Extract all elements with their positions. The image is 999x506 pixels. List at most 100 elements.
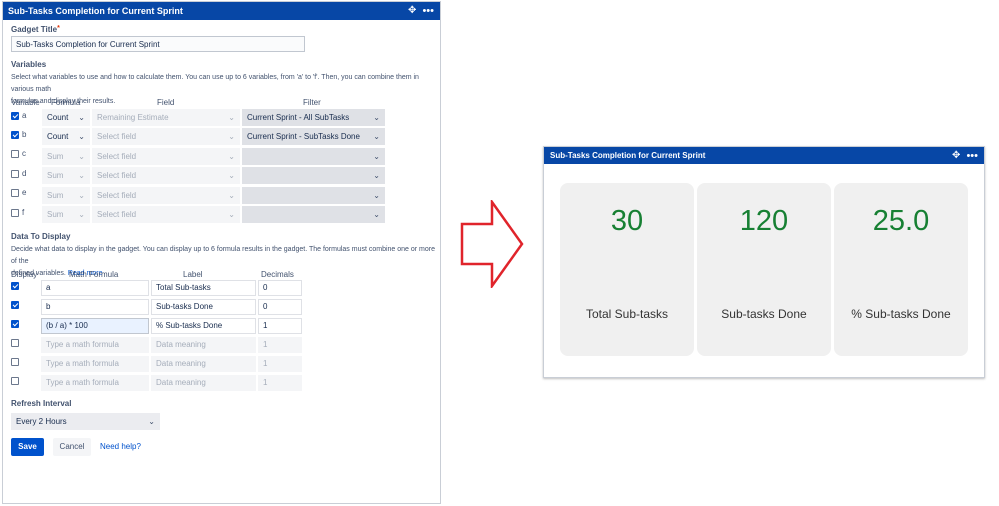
need-help-link[interactable]: Need help? xyxy=(100,442,141,451)
variable-filter-select[interactable]: Current Sprint - SubTasks Done ⌄ xyxy=(242,128,385,145)
chevron-down-icon: ⌄ xyxy=(228,113,235,122)
col-display: Display xyxy=(11,270,38,279)
variable-checkbox-e[interactable] xyxy=(11,189,19,197)
chevron-down-icon: ⌄ xyxy=(228,191,235,200)
display-checkbox[interactable] xyxy=(11,301,19,309)
move-icon[interactable]: ✥ xyxy=(408,6,416,16)
variable-checkbox-f[interactable] xyxy=(11,209,19,217)
variable-field-select[interactable]: Select field ⌄ xyxy=(92,128,240,145)
variable-field-select[interactable]: Select field ⌄ xyxy=(92,167,240,184)
result-gadget: Sub-Tasks Completion for Current Sprint … xyxy=(543,146,985,378)
col-variable: Variable xyxy=(11,98,40,107)
metric-value: 120 xyxy=(739,205,789,237)
variable-letter: a xyxy=(22,111,27,120)
display-checkbox[interactable] xyxy=(11,339,19,347)
label-input[interactable]: Total Sub-tasks xyxy=(151,280,256,296)
metric-caption: Sub-tasks Done xyxy=(721,307,807,321)
display-checkbox[interactable] xyxy=(11,377,19,385)
label-input[interactable]: Data meaning xyxy=(151,356,256,372)
chevron-down-icon: ⌄ xyxy=(78,210,85,219)
more-icon[interactable]: ••• xyxy=(422,6,434,17)
label-input[interactable]: Data meaning xyxy=(151,375,256,391)
variable-letter: b xyxy=(22,130,27,139)
result-header-title: Sub-Tasks Completion for Current Sprint xyxy=(550,151,706,160)
decimals-input[interactable]: 0 xyxy=(258,280,302,296)
chevron-down-icon: ⌄ xyxy=(373,152,380,161)
variable-filter-select[interactable]: Current Sprint - All SubTasks ⌄ xyxy=(242,109,385,126)
math-formula-input[interactable]: b xyxy=(41,299,149,315)
gadget-title-input[interactable]: Sub-Tasks Completion for Current Sprint xyxy=(11,36,305,52)
variable-checkbox-b[interactable] xyxy=(11,131,19,139)
chevron-down-icon: ⌄ xyxy=(373,113,380,122)
math-formula-input[interactable]: Type a math formula xyxy=(41,337,149,353)
variable-field-select[interactable]: Select field ⌄ xyxy=(92,206,240,223)
data-to-display-heading: Data To Display xyxy=(11,232,71,241)
chevron-down-icon: ⌄ xyxy=(78,171,85,180)
variable-formula-select[interactable]: Sum ⌄ xyxy=(42,148,90,165)
chevron-down-icon: ⌄ xyxy=(373,210,380,219)
variable-filter-select[interactable]: ⌄ xyxy=(242,148,385,165)
decimals-input[interactable]: 1 xyxy=(258,356,302,372)
chevron-down-icon: ⌄ xyxy=(228,132,235,141)
variable-filter-select[interactable]: ⌄ xyxy=(242,187,385,204)
chevron-down-icon: ⌄ xyxy=(78,191,85,200)
variable-formula-select[interactable]: Sum ⌄ xyxy=(42,206,90,223)
refresh-interval-heading: Refresh Interval xyxy=(11,399,72,408)
chevron-down-icon: ⌄ xyxy=(78,132,85,141)
math-formula-input[interactable]: (b / a) * 100 xyxy=(41,318,149,334)
gadget-config-panel: Sub-Tasks Completion for Current Sprint … xyxy=(2,1,441,504)
metric-caption: Total Sub-tasks xyxy=(585,307,669,321)
config-header-title: Sub-Tasks Completion for Current Sprint xyxy=(8,6,183,16)
label-input[interactable]: Data meaning xyxy=(151,337,256,353)
col-decimals: Decimals xyxy=(261,270,294,279)
decimals-input[interactable]: 1 xyxy=(258,318,302,334)
metric-value: 25.0 xyxy=(872,205,930,237)
variable-formula-select[interactable]: Sum ⌄ xyxy=(42,187,90,204)
save-button[interactable]: Save xyxy=(11,438,44,456)
col-math-formula: Math Formula xyxy=(69,270,119,279)
cancel-button[interactable]: Cancel xyxy=(53,438,91,456)
math-formula-input[interactable]: Type a math formula xyxy=(41,375,149,391)
label-input[interactable]: % Sub-tasks Done xyxy=(151,318,256,334)
variable-letter: f xyxy=(22,208,25,217)
decimals-input[interactable]: 0 xyxy=(258,299,302,315)
math-formula-input[interactable]: a xyxy=(41,280,149,296)
chevron-down-icon: ⌄ xyxy=(373,132,380,141)
metric-card-done: 120 Sub-tasks Done xyxy=(697,183,831,356)
display-checkbox[interactable] xyxy=(11,282,19,290)
variable-filter-select[interactable]: ⌄ xyxy=(242,206,385,223)
variables-heading: Variables xyxy=(11,60,47,69)
chevron-down-icon: ⌄ xyxy=(373,191,380,200)
label-input[interactable]: Sub-tasks Done xyxy=(151,299,256,315)
gadget-title-label: Gadget Title* xyxy=(11,25,60,34)
arrow-right-icon xyxy=(460,200,524,288)
variable-field-select[interactable]: Select field ⌄ xyxy=(92,187,240,204)
metric-card-percent: 25.0 % Sub-tasks Done xyxy=(834,183,968,356)
chevron-down-icon: ⌄ xyxy=(228,171,235,180)
decimals-input[interactable]: 1 xyxy=(258,375,302,391)
col-field: Field xyxy=(157,98,175,107)
col-filter: Filter xyxy=(303,98,321,107)
variable-field-select[interactable]: Remaining Estimate ⌄ xyxy=(92,109,240,126)
variable-filter-select[interactable]: ⌄ xyxy=(242,167,385,184)
chevron-down-icon: ⌄ xyxy=(78,152,85,161)
variable-formula-select[interactable]: Sum ⌄ xyxy=(42,167,90,184)
display-checkbox[interactable] xyxy=(11,358,19,366)
move-icon[interactable]: ✥ xyxy=(952,150,960,161)
variable-checkbox-d[interactable] xyxy=(11,170,19,178)
variable-field-select[interactable]: Select field ⌄ xyxy=(92,148,240,165)
math-formula-input[interactable]: Type a math formula xyxy=(41,356,149,372)
display-checkbox[interactable] xyxy=(11,320,19,328)
variable-checkbox-a[interactable] xyxy=(11,112,19,120)
metric-card-total: 30 Total Sub-tasks xyxy=(560,183,694,356)
result-gadget-header: Sub-Tasks Completion for Current Sprint … xyxy=(544,147,984,164)
refresh-interval-select[interactable]: Every 2 Hours ⌄ xyxy=(11,413,160,430)
col-label: Label xyxy=(183,270,203,279)
decimals-input[interactable]: 1 xyxy=(258,337,302,353)
chevron-down-icon: ⌄ xyxy=(228,152,235,161)
variable-formula-select[interactable]: Count ⌄ xyxy=(42,109,90,126)
variable-formula-select[interactable]: Count ⌄ xyxy=(42,128,90,145)
more-icon[interactable]: ••• xyxy=(966,150,978,161)
chevron-down-icon: ⌄ xyxy=(78,113,85,122)
variable-checkbox-c[interactable] xyxy=(11,150,19,158)
